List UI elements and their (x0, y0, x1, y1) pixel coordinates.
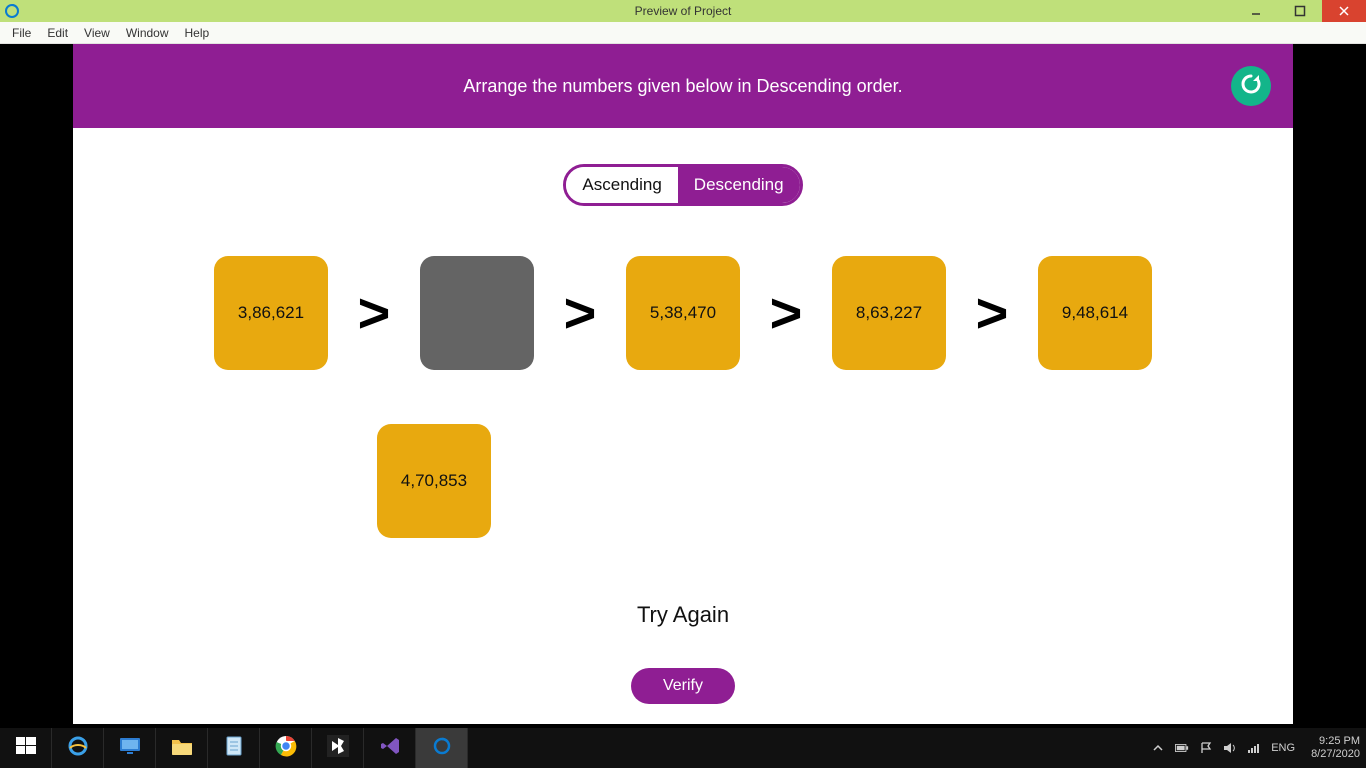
close-button[interactable] (1322, 0, 1366, 22)
ie-icon (66, 734, 90, 763)
game-panel: Arrange the numbers given below in Desce… (73, 44, 1293, 724)
maximize-button[interactable] (1278, 0, 1322, 22)
chrome-icon (275, 735, 297, 762)
refresh-icon (1239, 72, 1263, 101)
menu-file[interactable]: File (4, 24, 39, 42)
greater-than-icon: > (964, 285, 1020, 341)
notepad-icon (224, 735, 244, 762)
order-toggle: Ascending Descending (73, 164, 1293, 206)
tray-clock[interactable]: 9:25 PM 8/27/2020 (1305, 735, 1360, 760)
battery-icon[interactable] (1175, 741, 1189, 755)
taskbar-notepad[interactable] (208, 728, 260, 768)
slot-1[interactable]: 3,86,621 (214, 256, 328, 370)
taskbar-preview-app[interactable] (416, 728, 468, 768)
toggle-descending[interactable]: Descending (678, 167, 800, 203)
start-button[interactable] (0, 728, 52, 768)
taskbar-left (0, 728, 468, 768)
menu-window[interactable]: Window (118, 24, 177, 42)
draggable-tile[interactable]: 4,70,853 (377, 424, 491, 538)
taskbar-explorer[interactable] (156, 728, 208, 768)
os-taskbar: ENG 9:25 PM 8/27/2020 (0, 728, 1366, 768)
network-icon[interactable] (1247, 741, 1261, 755)
taskbar-ie[interactable] (52, 728, 104, 768)
visual-studio-icon (379, 735, 401, 762)
window-controls (1234, 0, 1366, 22)
slots-row: 3,86,621 > > 5,38,470 > 8,63,227 > 9,48,… (73, 256, 1293, 370)
app-menubar: File Edit View Window Help (0, 22, 1366, 44)
windows-icon (15, 735, 37, 762)
verify-wrap: Verify (73, 668, 1293, 704)
window-title: Preview of Project (635, 4, 732, 18)
folder-icon (170, 736, 194, 761)
tray-chevron-up-icon[interactable] (1151, 741, 1165, 755)
os-titlebar: Preview of Project (0, 0, 1366, 22)
unplaced-row: 4,70,853 (377, 424, 1293, 538)
status-text: Try Again (73, 602, 1293, 628)
greater-than-icon: > (346, 285, 402, 341)
minimize-button[interactable] (1234, 0, 1278, 22)
slot-3[interactable]: 5,38,470 (626, 256, 740, 370)
greater-than-icon: > (552, 285, 608, 341)
tray-time: 9:25 PM (1311, 735, 1360, 748)
taskbar-unity[interactable] (312, 728, 364, 768)
slot-4[interactable]: 8,63,227 (832, 256, 946, 370)
volume-icon[interactable] (1223, 741, 1237, 755)
stage: Arrange the numbers given below in Desce… (0, 44, 1366, 728)
toggle-ascending[interactable]: Ascending (566, 167, 677, 203)
menu-help[interactable]: Help (177, 24, 218, 42)
verify-button[interactable]: Verify (631, 668, 735, 704)
desktop-icon (118, 736, 142, 761)
app-icon (4, 3, 20, 19)
system-tray: ENG 9:25 PM 8/27/2020 (1151, 728, 1366, 768)
taskbar-chrome[interactable] (260, 728, 312, 768)
tray-date: 8/27/2020 (1311, 748, 1360, 761)
taskbar-desktop[interactable] (104, 728, 156, 768)
taskbar-visualstudio[interactable] (364, 728, 416, 768)
greater-than-icon: > (758, 285, 814, 341)
instruction-banner: Arrange the numbers given below in Desce… (73, 44, 1293, 128)
tray-language[interactable]: ENG (1271, 742, 1295, 754)
slot-2-empty[interactable] (420, 256, 534, 370)
unity-icon (327, 735, 349, 762)
instruction-text: Arrange the numbers given below in Desce… (463, 76, 902, 97)
slot-5[interactable]: 9,48,614 (1038, 256, 1152, 370)
menu-view[interactable]: View (76, 24, 118, 42)
menu-edit[interactable]: Edit (39, 24, 76, 42)
reset-button[interactable] (1231, 66, 1271, 106)
preview-app-icon (433, 737, 451, 760)
flag-icon[interactable] (1199, 741, 1213, 755)
